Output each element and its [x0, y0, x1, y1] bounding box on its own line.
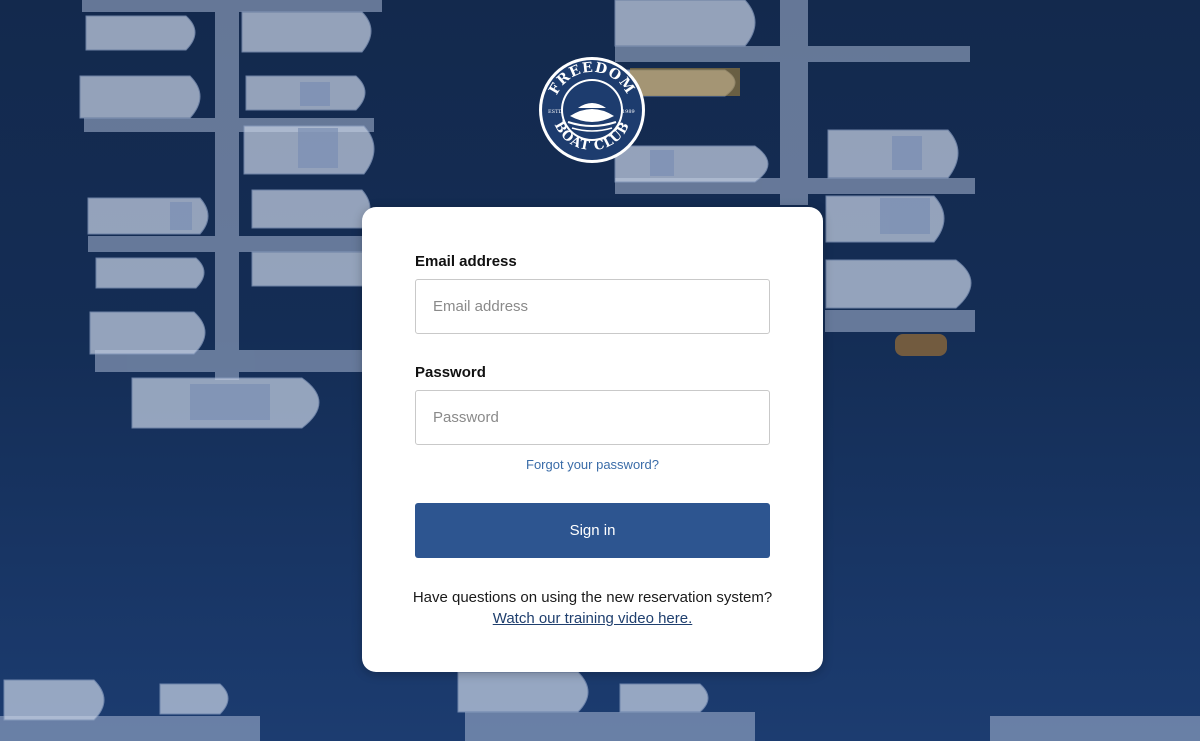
logo-left-text: ESTD: [548, 109, 562, 115]
password-input[interactable]: [415, 390, 770, 445]
forgot-password-link[interactable]: Forgot your password?: [415, 457, 770, 472]
password-label: Password: [415, 364, 486, 381]
login-page: FREEDOM BOAT CLUB ESTD 1989 Email addres…: [0, 0, 1200, 741]
email-label: Email address: [415, 253, 517, 270]
login-card: Email address Password Forgot your passw…: [362, 207, 823, 672]
email-input[interactable]: [415, 279, 770, 334]
freedom-boat-club-logo: FREEDOM BOAT CLUB ESTD 1989: [539, 57, 645, 163]
help-question-text: Have questions on using the new reservat…: [412, 589, 773, 606]
sign-in-button[interactable]: Sign in: [415, 503, 770, 558]
help-link-row: Watch our training video here.: [362, 610, 823, 627]
logo-right-text: 1989: [622, 109, 635, 115]
training-video-link[interactable]: Watch our training video here.: [493, 610, 693, 627]
